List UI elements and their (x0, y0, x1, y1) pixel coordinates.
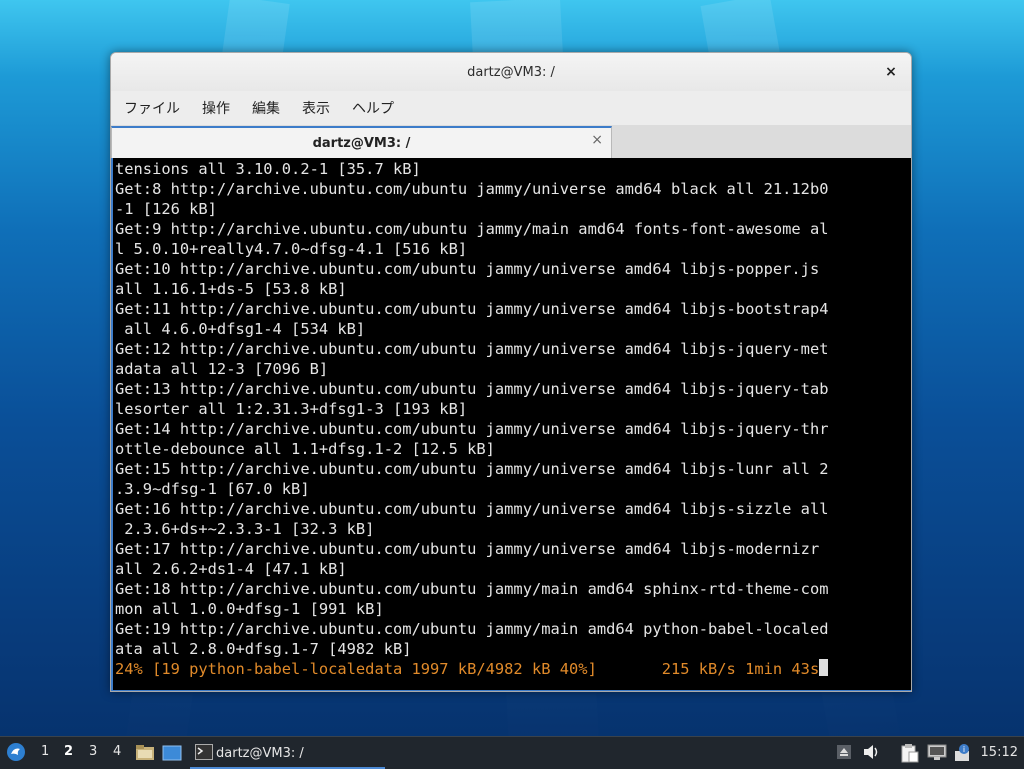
terminal-line: Get:18 http://archive.ubuntu.com/ubuntu … (115, 580, 829, 598)
upload-icon[interactable] (835, 743, 853, 765)
terminal-line: l 5.0.10+really4.7.0~dfsg-4.1 [516 kB] (115, 240, 468, 258)
terminal-line: mon all 1.0.0+dfsg-1 [991 kB] (115, 600, 384, 618)
terminal-line: all 1.16.1+ds-5 [53.8 kB] (115, 280, 347, 298)
clipboard-icon[interactable] (899, 743, 919, 767)
terminal-line: Get:8 http://archive.ubuntu.com/ubuntu j… (115, 180, 829, 198)
progress-line: 24% [19 python-babel-localedata 1997 kB/… (115, 659, 911, 679)
tab-label: dartz@VM3: / (312, 136, 411, 151)
terminal-tab[interactable]: dartz@VM3: / × (111, 126, 612, 159)
taskbar-task-label: dartz@VM3: / (216, 745, 304, 761)
terminal-line: Get:14 http://archive.ubuntu.com/ubuntu … (115, 420, 829, 438)
taskbar-terminal-button[interactable]: dartz@VM3: / (190, 739, 385, 769)
taskbar: 1 2 3 4 dartz@VM3: / i 15:12 (0, 736, 1024, 769)
network-icon[interactable] (927, 743, 947, 765)
clock: 15:12 (980, 745, 1018, 760)
terminal-line: all 4.6.0+dfsg1-4 [534 kB] (115, 320, 366, 338)
notification-icon[interactable]: i (953, 743, 973, 767)
terminal-line: Get:12 http://archive.ubuntu.com/ubuntu … (115, 340, 829, 358)
terminal-line: ottle-debounce all 1.1+dfsg.1-2 [12.5 kB… (115, 440, 495, 458)
workspace-2[interactable]: 2 (64, 744, 73, 759)
window-titlebar[interactable]: dartz@VM3: / × (111, 53, 911, 91)
menu-view[interactable]: 表示 (293, 98, 339, 118)
progress-text: 24% [19 python-babel-localedata 1997 kB/… (115, 660, 820, 678)
terminal-cursor (819, 659, 829, 676)
tab-close-button[interactable]: × (591, 132, 603, 148)
terminal-line: all 2.6.2+ds1-4 [47.1 kB] (115, 560, 347, 578)
terminal-line: 2.3.6+ds+~2.3.3-1 [32.3 kB] (115, 520, 375, 538)
workspace-4[interactable]: 4 (113, 744, 121, 759)
terminal-line: Get:11 http://archive.ubuntu.com/ubuntu … (115, 300, 829, 318)
terminal-window: dartz@VM3: / × ファイル 操作 編集 表示 ヘルプ dartz@V… (110, 52, 912, 692)
window-close-button[interactable]: × (881, 62, 901, 82)
terminal-line: adata all 12-3 [7096 B] (115, 360, 329, 378)
volume-icon[interactable] (862, 743, 882, 765)
menu-help[interactable]: ヘルプ (343, 98, 403, 118)
start-menu-icon[interactable] (6, 742, 26, 762)
terminal-line: tensions all 3.10.0.2-1 [35.7 kB] (115, 160, 421, 178)
terminal-output[interactable]: tensions all 3.10.0.2-1 [35.7 kB] Get:8 h… (111, 158, 911, 691)
show-desktop-icon[interactable] (162, 743, 182, 767)
terminal-line: lesorter all 1:2.31.3+dfsg1-3 [193 kB] (115, 400, 468, 418)
terminal-line: ata all 2.8.0+dfsg.1-7 [4982 kB] (115, 640, 412, 658)
workspace-3[interactable]: 3 (89, 744, 97, 759)
terminal-line: Get:10 http://archive.ubuntu.com/ubuntu … (115, 260, 820, 278)
terminal-line: Get:17 http://archive.ubuntu.com/ubuntu … (115, 540, 820, 558)
terminal-line: .3.9~dfsg-1 [67.0 kB] (115, 480, 310, 498)
terminal-line: Get:16 http://archive.ubuntu.com/ubuntu … (115, 500, 829, 518)
terminal-line: -1 [126 kB] (115, 200, 217, 218)
terminal-line: Get:9 http://archive.ubuntu.com/ubuntu j… (115, 220, 829, 238)
terminal-icon (195, 744, 213, 764)
window-title: dartz@VM3: / (467, 64, 555, 80)
menu-edit[interactable]: 編集 (243, 98, 289, 118)
workspace-1[interactable]: 1 (41, 744, 49, 759)
menu-file[interactable]: ファイル (115, 98, 189, 118)
menu-actions[interactable]: 操作 (193, 98, 239, 118)
terminal-line: Get:15 http://archive.ubuntu.com/ubuntu … (115, 460, 829, 478)
terminal-line: Get:13 http://archive.ubuntu.com/ubuntu … (115, 380, 829, 398)
tab-bar: dartz@VM3: / × (111, 125, 911, 159)
menu-bar: ファイル 操作 編集 表示 ヘルプ (111, 91, 911, 125)
svg-text:i: i (963, 745, 965, 754)
terminal-line: Get:19 http://archive.ubuntu.com/ubuntu … (115, 620, 829, 638)
file-manager-icon[interactable] (135, 743, 155, 767)
